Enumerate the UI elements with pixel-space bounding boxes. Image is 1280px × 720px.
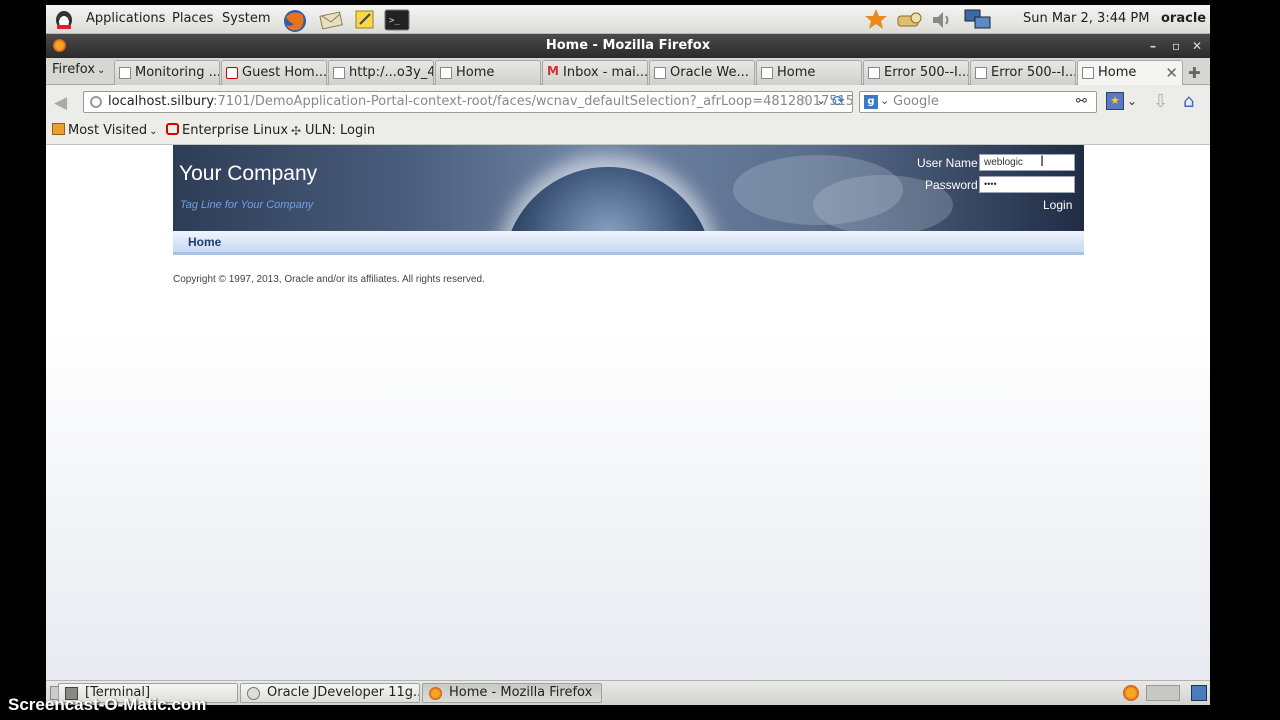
- panel-clock[interactable]: Sun Mar 2, 3:44 PM: [1023, 11, 1149, 26]
- bookmark-star-icon[interactable]: ☆: [798, 94, 811, 110]
- download-arrow-icon[interactable]: ⇩: [1153, 91, 1168, 112]
- task-jdeveloper[interactable]: Oracle JDeveloper 11g...: [240, 683, 420, 703]
- page-icon: [1082, 67, 1094, 79]
- login-link[interactable]: Login: [1043, 198, 1072, 212]
- back-arrow-icon[interactable]: ◀: [54, 93, 74, 113]
- portal-navigation: Home: [173, 231, 1084, 255]
- username-field[interactable]: weblogic: [979, 154, 1075, 171]
- tab-home-1[interactable]: Home: [435, 60, 541, 85]
- chevron-down-icon[interactable]: ⌄: [1127, 94, 1137, 108]
- bookmark-enterprise-linux[interactable]: Enterprise Linux: [166, 123, 288, 138]
- uln-icon: ✣: [291, 124, 302, 138]
- globe-icon: [90, 96, 102, 108]
- jdeveloper-icon: [247, 687, 260, 700]
- tab-home-active[interactable]: Home ✕: [1077, 60, 1183, 86]
- firefox-tray-icon[interactable]: [1123, 685, 1139, 701]
- chevron-down-icon[interactable]: ⌄: [880, 94, 889, 107]
- username-label: User Name: [917, 156, 978, 170]
- screencast-watermark: Screencast-O-Matic.com: [8, 695, 207, 714]
- page-icon: [119, 67, 131, 79]
- gnome-foot-icon[interactable]: [52, 7, 76, 31]
- url-history-dropdown-icon[interactable]: ⌄: [816, 93, 826, 107]
- firefox-launcher-icon[interactable]: [282, 8, 306, 32]
- company-tagline: Tag Line for Your Company: [180, 199, 314, 211]
- page-icon: [868, 67, 880, 79]
- tab-http-o3y4[interactable]: http:/...o3y_4: [328, 60, 434, 85]
- bookmark-most-visited[interactable]: Most Visited ⌄: [52, 123, 158, 138]
- bottom-taskbar: [Terminal] Oracle JDeveloper 11g... Home…: [46, 680, 1210, 705]
- tab-monitoring[interactable]: Monitoring ...: [114, 60, 220, 85]
- notes-launcher-icon[interactable]: [353, 8, 377, 32]
- url-path: :7101/DemoApplication-Portal-context-roo…: [213, 94, 853, 109]
- mail-launcher-icon[interactable]: [318, 8, 343, 32]
- network-icon[interactable]: [964, 8, 991, 32]
- firefox-icon: [429, 687, 442, 700]
- trash-icon[interactable]: [1191, 685, 1207, 701]
- google-engine-icon[interactable]: g: [864, 95, 878, 109]
- bookmarks-menu-icon[interactable]: ★: [1106, 92, 1124, 110]
- oracle-icon: [166, 123, 179, 135]
- chevron-down-icon: ⌄: [97, 65, 106, 76]
- copyright-text: Copyright © 1997, 2013, Oracle and/or it…: [173, 274, 485, 285]
- page-icon: [333, 67, 345, 79]
- window-titlebar: Home - Mozilla Firefox – ▫ ✕: [46, 34, 1210, 58]
- home-icon[interactable]: ⌂: [1183, 91, 1194, 112]
- company-name: Your Company: [179, 162, 318, 185]
- menu-applications[interactable]: Applications: [86, 11, 165, 26]
- menu-places[interactable]: Places: [172, 11, 213, 26]
- network-printer-icon[interactable]: [896, 8, 922, 32]
- volume-icon[interactable]: [930, 8, 954, 32]
- tab-error-500-1[interactable]: Error 500--I...: [863, 60, 969, 85]
- url-bar[interactable]: localhost.silbury:7101/DemoApplication-P…: [83, 91, 853, 113]
- binoculars-icon[interactable]: ⚯: [1076, 94, 1087, 109]
- url-host: localhost.silbury: [108, 94, 214, 109]
- password-field[interactable]: ••••: [979, 176, 1075, 193]
- close-tab-icon[interactable]: ✕: [1165, 64, 1178, 82]
- bookmarks-toolbar: Most Visited ⌄ Enterprise Linux ✣ ULN: Log…: [46, 119, 1210, 145]
- menu-system[interactable]: System: [222, 11, 270, 26]
- portal-header-banner: Your Company Tag Line for Your Company U…: [173, 145, 1084, 231]
- new-tab-icon[interactable]: ✚: [1188, 64, 1201, 82]
- page-icon: [654, 67, 666, 79]
- firefox-menu-button[interactable]: Firefox ⌄: [52, 62, 105, 77]
- workspace-switcher[interactable]: [1146, 685, 1180, 701]
- panel-user[interactable]: oracle: [1161, 11, 1206, 26]
- reload-icon[interactable]: ⟳: [832, 92, 850, 110]
- minimize-button[interactable]: –: [1150, 34, 1156, 58]
- tab-error-500-2[interactable]: Error 500--I...: [970, 60, 1076, 85]
- globe-graphic: [503, 167, 713, 231]
- search-bar[interactable]: g ⌄ Google: [859, 91, 1097, 113]
- page-icon: [975, 67, 987, 79]
- page-icon: [440, 67, 452, 79]
- page-content: Your Company Tag Line for Your Company U…: [46, 145, 1210, 680]
- password-label: Password: [925, 178, 978, 192]
- search-placeholder: Google: [893, 94, 939, 109]
- nav-home-tab[interactable]: Home: [188, 235, 221, 249]
- chevron-down-icon: ⌄: [149, 126, 158, 137]
- tab-oracle-web[interactable]: Oracle We...: [649, 60, 755, 85]
- bookmark-uln-login[interactable]: ✣ ULN: Login: [291, 123, 375, 138]
- page-icon: [761, 67, 773, 79]
- maximize-button[interactable]: ▫: [1172, 34, 1180, 58]
- tab-home-2[interactable]: Home: [756, 60, 862, 85]
- task-firefox[interactable]: Home - Mozilla Firefox: [422, 683, 602, 703]
- close-window-button[interactable]: ✕: [1192, 34, 1202, 58]
- oracle-icon: [226, 67, 238, 79]
- update-notifier-icon[interactable]: [864, 8, 888, 32]
- screen: Applications Places System >_ Sun Mar 2,…: [0, 0, 1280, 720]
- terminal-launcher-icon[interactable]: >_: [384, 8, 410, 32]
- navigation-bar: ◀ localhost.silbury:7101/DemoApplication…: [46, 85, 1210, 119]
- tab-strip: Firefox ⌄ Monitoring ... Guest Hom... htt…: [46, 58, 1210, 86]
- firefox-title-icon: [53, 39, 66, 52]
- window-title: Home - Mozilla Firefox: [545, 38, 711, 53]
- tab-inbox-mail[interactable]: M Inbox - mai...: [542, 60, 648, 85]
- top-panel: Applications Places System >_ Sun Mar 2,…: [46, 5, 1210, 34]
- svg-text:>_: >_: [389, 16, 400, 26]
- folder-icon: [52, 123, 65, 135]
- tab-guest-home[interactable]: Guest Hom...: [221, 60, 327, 85]
- gmail-icon: M: [547, 64, 559, 78]
- text-cursor-icon: I: [1040, 154, 1045, 170]
- desktop: Applications Places System >_ Sun Mar 2,…: [46, 5, 1210, 705]
